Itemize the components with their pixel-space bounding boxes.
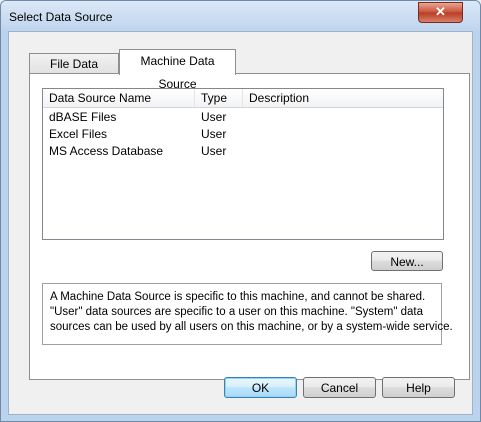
close-button[interactable]: ✕ [418,2,463,23]
close-icon: ✕ [435,4,446,19]
item-name: Excel Files [49,127,108,141]
item-name: MS Access Database [49,144,164,158]
list-item[interactable]: dBASE Files User [43,109,443,125]
title-bar[interactable]: Select Data Source ✕ [1,1,480,31]
list-item[interactable]: MS Access Database User [43,143,443,159]
machine-data-source-panel: Data Source Name Type Description dBASE … [29,73,470,380]
window-title: Select Data Source [9,10,113,24]
new-button[interactable]: New... [371,251,443,271]
ok-button[interactable]: OK [224,377,297,398]
item-name: dBASE Files [49,110,117,124]
data-source-list[interactable]: Data Source Name Type Description dBASE … [42,88,444,240]
item-type: User [201,144,227,158]
tab-file-data-source[interactable]: File Data Source [29,53,119,91]
info-line: A Machine Data Source is specific to thi… [50,291,426,303]
column-header-type[interactable]: Type [195,89,243,107]
help-button[interactable]: Help [382,377,455,398]
list-header: Data Source Name Type Description [43,89,443,108]
info-text-box: A Machine Data Source is specific to thi… [42,283,453,345]
item-type: User [201,127,227,141]
column-header-description[interactable]: Description [243,89,443,107]
item-type: User [201,110,227,124]
dialog-window: Select Data Source ✕ File Data Source Ma… [0,0,481,422]
info-line: sources can be used by all users on this… [50,321,453,333]
info-line: "User" data sources are specific to a us… [50,306,423,318]
tab-machine-data-source[interactable]: Machine Data Source [119,49,236,91]
dialog-client-area: File Data Source Machine Data Source Dat… [8,31,473,415]
cancel-button[interactable]: Cancel [303,377,376,398]
list-item[interactable]: Excel Files User [43,126,443,142]
